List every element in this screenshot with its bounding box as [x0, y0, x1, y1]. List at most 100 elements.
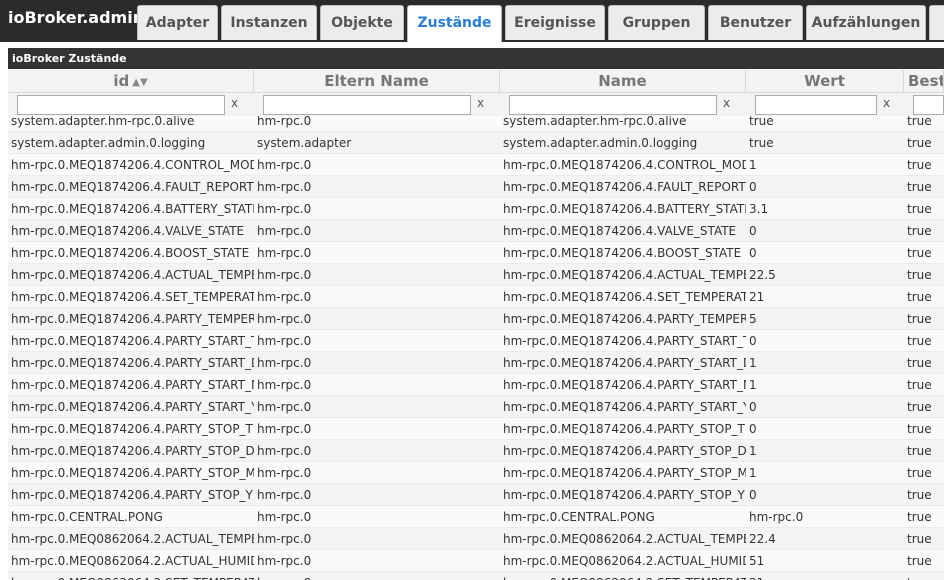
row-parent-name-cell: hm-rpc.0 [257, 554, 312, 568]
row-ack-cell: true [907, 136, 932, 150]
row-ack-cell: true [907, 444, 932, 458]
row-ack-cell: true [907, 224, 932, 238]
row-id-cell: hm-rpc.0.MEQ1874206.4.FAULT_REPORTIN [11, 180, 254, 194]
table-row[interactable]: hm-rpc.0.MEQ1874206.4.ACTUAL_TEMPER hm-rp… [8, 264, 944, 286]
filter-id-input[interactable] [17, 95, 225, 115]
column-header-id[interactable]: id ▲▼ [8, 70, 254, 92]
row-id-cell: hm-rpc.0.MEQ1874206.4.PARTY_START_M [11, 378, 254, 392]
states-panel: ioBroker Zustände id ▲▼ Eltern Name Name … [8, 48, 944, 580]
row-parent-name-cell: hm-rpc.0 [257, 488, 312, 502]
row-id-cell: hm-rpc.0.MEQ1874206.4.VALVE_STATE [11, 224, 245, 238]
row-parent-name-cell: hm-rpc.0 [257, 356, 312, 370]
filter-name-input[interactable] [509, 95, 717, 115]
row-name-cell: system.adapter.hm-rpc.0.alive [503, 116, 687, 128]
row-value-cell: 0 [749, 224, 757, 238]
row-value-cell: 1 [749, 356, 757, 370]
table-row[interactable]: hm-rpc.0.MEQ1874206.4.PARTY_START_D hm-rp… [8, 352, 944, 374]
row-name-cell: hm-rpc.0.MEQ1874206.4.BATTERY_STATE [503, 202, 746, 216]
row-parent-name-cell: hm-rpc.0 [257, 268, 312, 282]
row-parent-name-cell: hm-rpc.0 [257, 180, 312, 194]
row-id-cell: system.adapter.admin.0.logging [11, 136, 206, 150]
tab-gruppen[interactable]: Gruppen [608, 5, 705, 40]
row-id-cell: hm-rpc.0.MEQ0862064.2.SET_TEMPERATU [8, 572, 254, 580]
tab-zustaende[interactable]: Zustände [407, 5, 502, 42]
table-row[interactable]: hm-rpc.0.MEQ1874206.4.PARTY_STOP_DA hm-rp… [8, 440, 944, 462]
clear-filter-parent-name-button[interactable]: x [477, 96, 484, 110]
tab-benutzer[interactable]: Benutzer [708, 5, 803, 40]
column-header-parent-name[interactable]: Eltern Name [254, 70, 500, 92]
row-id-cell: hm-rpc.0.MEQ0862064.2.ACTUAL_TEMPER [11, 532, 254, 546]
row-ack-cell: true [907, 400, 932, 414]
row-name-cell: hm-rpc.0.MEQ1874206.4.SET_TEMPERATU [503, 290, 746, 304]
table-row[interactable]: hm-rpc.0.MEQ1874206.4.PARTY_START_TI hm-r… [8, 330, 944, 352]
table-row[interactable]: hm-rpc.0.MEQ1874206.4.CONTROL_MODE hm-rpc… [8, 154, 944, 176]
row-parent-name-cell: hm-rpc.0 [257, 290, 312, 304]
table-row[interactable]: hm-rpc.0.CENTRAL.PONG hm-rpc.0 hm-rpc.0.CE… [8, 506, 944, 528]
row-name-cell: system.adapter.admin.0.logging [503, 136, 698, 150]
tab-objekte[interactable]: Objekte [320, 5, 404, 40]
table-row[interactable]: hm-rpc.0.MEQ1874206.4.PARTY_START_M hm-rp… [8, 374, 944, 396]
table-row[interactable]: hm-rpc.0.MEQ1874206.4.BOOST_STATE hm-rpc.… [8, 242, 944, 264]
row-name-cell: hm-rpc.0.MEQ1874206.4.CONTROL_MODE [503, 158, 746, 172]
row-id-cell: hm-rpc.0.MEQ1874206.4.PARTY_STOP_DA [11, 444, 254, 458]
table-row[interactable]: hm-rpc.0.MEQ1874206.4.PARTY_STOP_TIM hm-r… [8, 418, 944, 440]
filter-ack-select[interactable] [913, 95, 944, 115]
table-row[interactable]: system.adapter.hm-rpc.0.alive hm-rpc.0 sys… [8, 116, 944, 132]
tab-instanzen[interactable]: Instanzen [221, 5, 317, 40]
row-ack-cell: true [907, 180, 932, 194]
row-name-cell: hm-rpc.0.MEQ1874206.4.PARTY_START_D [503, 356, 746, 370]
table-row[interactable]: hm-rpc.0.MEQ0862064.2.ACTUAL_TEMPER hm-rp… [8, 528, 944, 550]
tab-adapter[interactable]: Adapter [137, 5, 218, 40]
row-value-cell: 0 [749, 334, 757, 348]
row-parent-name-cell: hm-rpc.0 [257, 334, 312, 348]
row-parent-name-cell: hm-rpc.0 [257, 158, 312, 172]
row-value-cell: 1 [749, 444, 757, 458]
clear-filter-name-button[interactable]: x [723, 96, 730, 110]
tab-ereignisse[interactable]: Ereignisse [505, 5, 605, 40]
table-row[interactable]: hm-rpc.0.MEQ1874206.4.FAULT_REPORTIN hm-r… [8, 176, 944, 198]
row-ack-cell: true [907, 116, 932, 128]
column-header-name[interactable]: Name [500, 70, 746, 92]
tab-aufzaehlungen[interactable]: Aufzählungen [806, 5, 926, 40]
app-title: ioBroker.admin [8, 8, 145, 27]
clear-filter-value-button[interactable]: x [883, 96, 890, 110]
row-name-cell: hm-rpc.0.MEQ1874206.4.VALVE_STATE [503, 224, 737, 238]
row-value-cell: 3.1 [749, 202, 769, 216]
row-value-cell: 22.4 [749, 532, 776, 546]
row-id-cell: hm-rpc.0.MEQ1874206.4.SET_TEMPERATU [11, 290, 254, 304]
table-row[interactable]: hm-rpc.0.MEQ1874206.4.SET_TEMPERATU hm-rp… [8, 286, 944, 308]
row-id-cell: hm-rpc.0.MEQ1874206.4.ACTUAL_TEMPER [11, 268, 254, 282]
column-header-value[interactable]: Wert [746, 70, 904, 92]
table-row[interactable]: hm-rpc.0.MEQ1874206.4.PARTY_TEMPERA hm-rp… [8, 308, 944, 330]
table-row[interactable]: hm-rpc.0.MEQ0862064.2.SET_TEMPERATU hm-rp… [8, 572, 944, 580]
clear-filter-id-button[interactable]: x [231, 96, 238, 110]
row-ack-cell: true [907, 246, 932, 260]
table-row[interactable]: hm-rpc.0.MEQ1874206.4.PARTY_START_YI hm-r… [8, 396, 944, 418]
row-parent-name-cell: hm-rpc.0 [257, 422, 312, 436]
row-value-cell: 22.5 [749, 268, 776, 282]
table-row[interactable]: system.adapter.admin.0.logging system.ada… [8, 132, 944, 154]
row-value-cell: true [749, 116, 774, 128]
top-bar: ioBroker.admin Adapter Instanzen Objekte… [0, 0, 944, 42]
filter-parent-name-input[interactable] [263, 95, 471, 115]
tab-more[interactable] [929, 5, 944, 40]
table-row[interactable]: hm-rpc.0.MEQ1874206.4.PARTY_STOP_MC hm-rp… [8, 462, 944, 484]
row-id-cell: hm-rpc.0.MEQ1874206.4.PARTY_START_TI [11, 334, 254, 348]
row-value-cell: 1 [749, 466, 757, 480]
row-ack-cell: true [907, 312, 932, 326]
row-ack-cell: true [904, 572, 944, 580]
filter-value-input[interactable] [755, 95, 877, 115]
row-ack-cell: true [907, 334, 932, 348]
row-name-cell: hm-rpc.0.MEQ0862064.2.SET_TEMPERATU [500, 572, 746, 580]
table-row[interactable]: hm-rpc.0.MEQ1874206.4.PARTY_STOP_YE hm-rp… [8, 484, 944, 506]
table-row[interactable]: hm-rpc.0.MEQ1874206.4.BATTERY_STATE hm-rp… [8, 198, 944, 220]
row-parent-name-cell: hm-rpc.0 [257, 312, 312, 326]
column-label-id: id [113, 72, 130, 90]
column-header-ack[interactable]: Best [904, 70, 944, 92]
row-value-cell: 0 [749, 246, 757, 260]
row-name-cell: hm-rpc.0.MEQ1874206.4.PARTY_START_TI [503, 334, 746, 348]
table-row[interactable]: hm-rpc.0.MEQ1874206.4.VALVE_STATE hm-rpc.… [8, 220, 944, 242]
row-value-cell: 0 [749, 400, 757, 414]
row-name-cell: hm-rpc.0.MEQ1874206.4.PARTY_TEMPERA [503, 312, 746, 326]
table-row[interactable]: hm-rpc.0.MEQ0862064.2.ACTUAL_HUMIDIT hm-r… [8, 550, 944, 572]
